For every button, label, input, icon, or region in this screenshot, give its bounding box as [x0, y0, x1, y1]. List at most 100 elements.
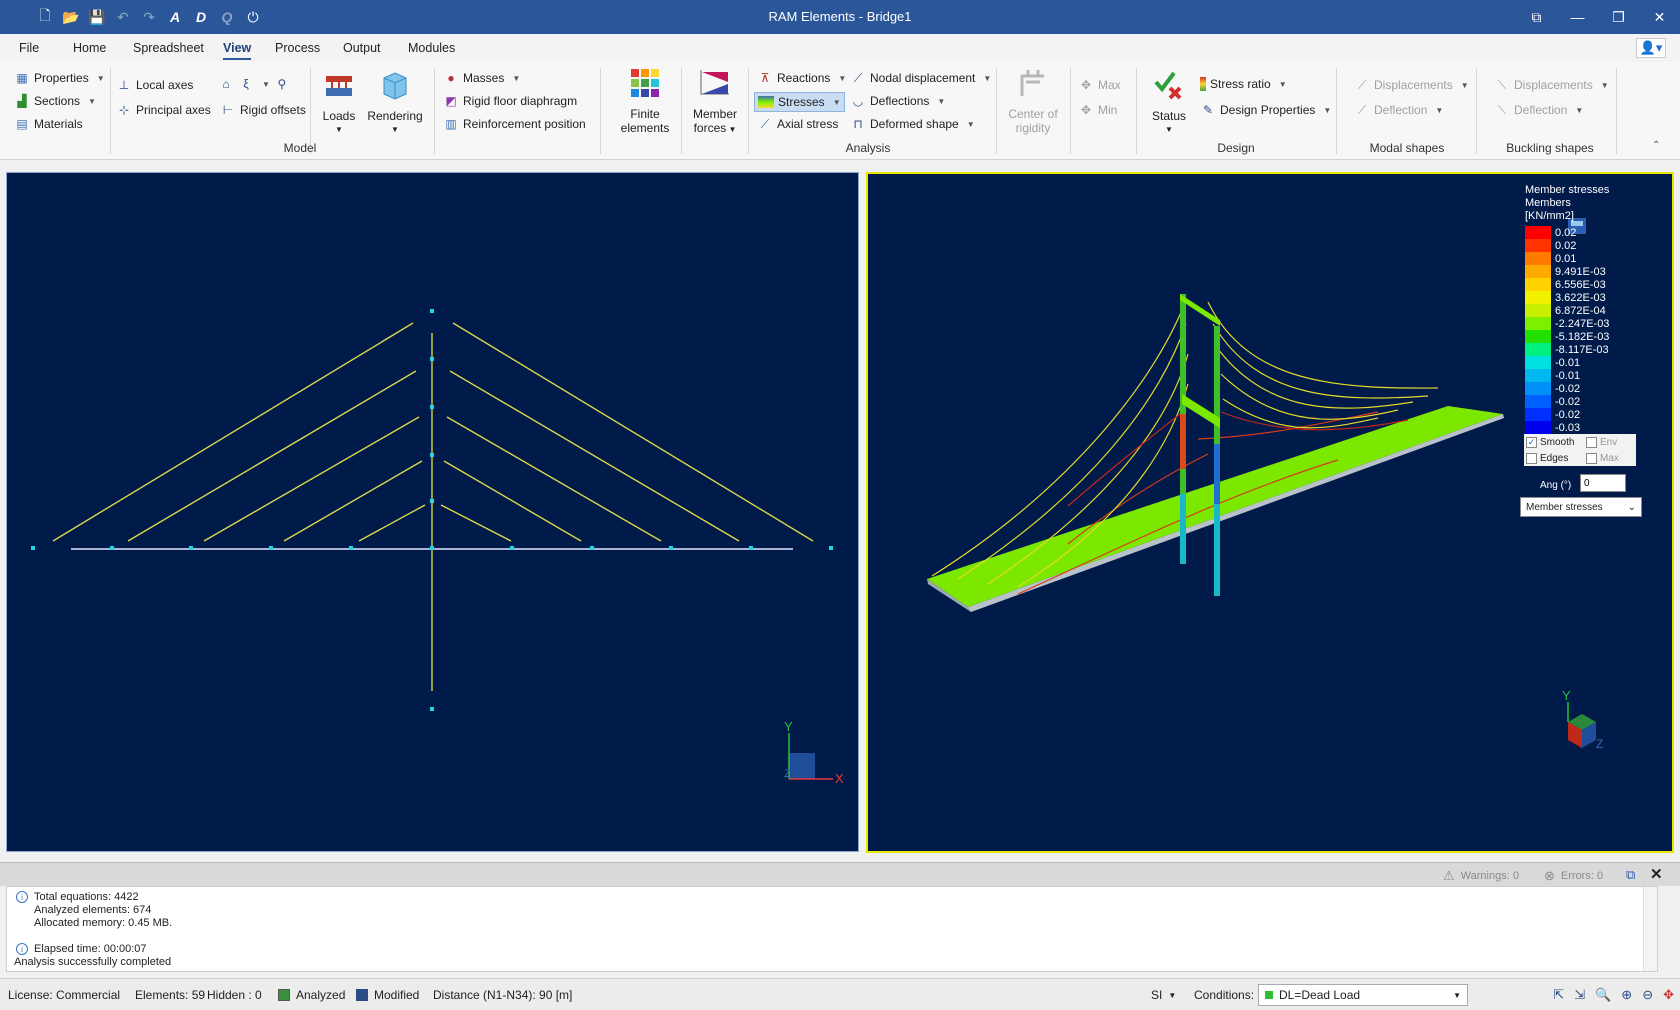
legend-value: -5.182E-03 [1555, 330, 1610, 343]
deflections-button[interactable]: ◡ Deflections ▼ [850, 93, 946, 109]
cable-member [52, 322, 414, 542]
stress-ratio-button[interactable]: Stress ratio ▼ [1200, 77, 1287, 91]
tab-file[interactable]: File [19, 41, 39, 55]
deflections-icon: ◡ [852, 94, 864, 108]
status-button[interactable]: Status ▼ [1146, 68, 1192, 137]
angle-input[interactable] [1580, 474, 1626, 492]
legend-value: 6.556E-03 [1555, 278, 1606, 291]
ribbon: ▦ Properties ▼ ▟ Sections ▼ ▤ Materials ⊥ … [0, 62, 1680, 160]
rendering-icon [383, 72, 407, 100]
zoom-window-icon[interactable]: 🔍 [1595, 987, 1611, 1003]
legend-entry: -5.182E-03 [1525, 330, 1655, 343]
info-icon: i [16, 891, 28, 903]
stress-legend: Member stresses Members [KN/mm2] 0.02 0.0… [1525, 184, 1655, 434]
releases-icon[interactable]: ⚲ [274, 76, 290, 92]
analysis-success-line: Analysis successfully completed [14, 956, 172, 968]
zoom-all-icon[interactable]: ✥ [1663, 987, 1674, 1003]
tab-process[interactable]: Process [275, 41, 320, 55]
axis-triad-3d-icon: Y Z [1562, 688, 1603, 751]
properties-button[interactable]: ▦ Properties ▼ [14, 70, 104, 86]
modal-displacements-button[interactable]: ⟋ Displacements ▼ [1354, 77, 1469, 93]
legend-value: -0.01 [1555, 369, 1581, 382]
materials-button[interactable]: ▤ Materials [14, 116, 82, 132]
tab-spreadsheet[interactable]: Spreadsheet [133, 41, 204, 55]
axial-stress-icon: ⟋ [760, 116, 770, 131]
result-type-select[interactable]: Member stresses ⌄ [1520, 497, 1642, 517]
edges-checkbox-box [1526, 453, 1537, 464]
axial-stress-button[interactable]: ⟋ Axial stress [757, 116, 839, 132]
stresses-button[interactable]: Stresses ▼ [754, 92, 845, 112]
legend-swatch [1525, 226, 1551, 239]
ribbon-display-icon[interactable]: ⧉ [1516, 0, 1557, 34]
pan-up-icon[interactable]: ⇱ [1553, 987, 1564, 1003]
springs-icon[interactable]: ξ [238, 76, 254, 92]
user-icon[interactable]: 👤▾ [1636, 38, 1666, 58]
bridge-elevation-drawing[interactable]: Y X Z [7, 173, 858, 851]
close-output-icon[interactable]: ✕ [1650, 865, 1663, 883]
tab-home[interactable]: Home [73, 41, 106, 55]
env-checkbox[interactable]: Env [1586, 437, 1617, 448]
minimize-icon[interactable]: — [1557, 0, 1598, 34]
buckling-displacements-button[interactable]: ⟍ Displacements ▼ [1494, 77, 1609, 93]
view-tools: ⇱ ⇲ 🔍 ⊕ ⊖ ✥ [1553, 987, 1674, 1003]
finite-elements-button[interactable]: Finite elements [620, 66, 670, 135]
loads-button[interactable]: Loads ▼ [318, 68, 360, 137]
buckling-deflection-button[interactable]: ⟍ Deflection ▼ [1494, 102, 1584, 118]
output-scrollbar[interactable] [1643, 887, 1657, 971]
masses-icon: ● [447, 71, 455, 85]
legend-value: 9.491E-03 [1555, 265, 1606, 278]
rigid-offsets-button[interactable]: ⊢ Rigid offsets [220, 102, 306, 118]
reinforcement-button[interactable]: ▥ Reinforcement position [443, 116, 585, 132]
design-properties-button[interactable]: ✎ Design Properties ▼ [1200, 102, 1331, 118]
conditions-select[interactable]: DL=Dead Load ▼ [1258, 984, 1468, 1006]
collapse-ribbon-icon[interactable]: ⌃ [1652, 140, 1660, 151]
tab-modules[interactable]: Modules [408, 41, 455, 55]
viewport-3d-stresses[interactable]: Y Z Member stresses Members [KN/mm2] 0.0… [866, 172, 1674, 853]
max-button[interactable]: ✥ Max [1078, 77, 1121, 93]
modal-deflection-button[interactable]: ⟋ Deflection ▼ [1354, 102, 1444, 118]
distance-readout: Distance (N1-N34): 90 [m] [433, 988, 573, 1002]
loads-icon [326, 76, 352, 96]
group-modal-shapes: Modal shapes [1369, 141, 1445, 155]
properties-icon: ▦ [16, 71, 28, 85]
masses-button[interactable]: ● Masses ▼ [443, 70, 520, 86]
sections-button[interactable]: ▟ Sections ▼ [14, 93, 96, 109]
tab-view[interactable]: View [223, 41, 252, 60]
local-axes-button[interactable]: ⊥ Local axes [116, 77, 194, 93]
center-of-rigidity-button[interactable]: Center of rigidity [1000, 66, 1066, 135]
edges-checkbox[interactable]: Edges [1526, 453, 1568, 464]
reactions-button[interactable]: ⊼ Reactions ▼ [757, 70, 847, 86]
y3d-axis-label: Y [1562, 688, 1571, 703]
units-select[interactable]: SI ▼ [1151, 988, 1176, 1002]
copy-icon[interactable]: ⧉ [1626, 867, 1635, 883]
principal-axes-button[interactable]: ⊹ Principal axes [116, 102, 211, 118]
output-log: i Total equations: 4422 Analyzed element… [6, 886, 1658, 972]
max-checkbox[interactable]: Max [1586, 453, 1619, 464]
cable-member [203, 416, 420, 542]
zoom-in-icon[interactable]: ⊕ [1621, 987, 1632, 1003]
zoom-out-icon[interactable]: ⊖ [1642, 987, 1653, 1003]
smooth-checkbox[interactable]: ✓ Smooth [1526, 437, 1574, 448]
warnings-status[interactable]: ⚠ Warnings: 0 [1443, 868, 1519, 884]
legend-title: Member stresses [1525, 184, 1610, 196]
min-button[interactable]: ✥ Min [1078, 102, 1117, 118]
status-bar: License: Commercial Elements: 59 Hidden … [0, 978, 1680, 1010]
rigid-floor-button[interactable]: ◩ Rigid floor diaphragm [443, 93, 577, 109]
legend-swatch [1525, 317, 1551, 330]
legend-swatch [1525, 278, 1551, 291]
save-icon [356, 989, 368, 1001]
tab-output[interactable]: Output [343, 41, 381, 55]
rendering-button[interactable]: Rendering ▼ [366, 68, 424, 137]
nodal-displacement-button[interactable]: ⟋ Nodal displacement ▼ [850, 70, 992, 86]
supports-icon[interactable]: ⌂ [218, 76, 234, 92]
license-status: License: Commercial [8, 988, 121, 1002]
restore-icon[interactable]: ❐ [1598, 0, 1639, 34]
legend-scale: 0.02 0.02 0.01 9.491E-03 6.556E-03 3.622E-03 6… [1525, 226, 1655, 434]
error-icon: ⊗ [1544, 868, 1555, 883]
member-forces-button[interactable]: Member forces ▼ [688, 66, 742, 137]
deformed-shape-button[interactable]: ⊓ Deformed shape ▼ [850, 116, 974, 132]
viewport-elevation[interactable]: Y X Z [6, 172, 859, 852]
close-icon[interactable]: ✕ [1639, 0, 1680, 34]
errors-status[interactable]: ⊗ Errors: 0 [1544, 868, 1603, 884]
pan-icon[interactable]: ⇲ [1574, 987, 1585, 1003]
